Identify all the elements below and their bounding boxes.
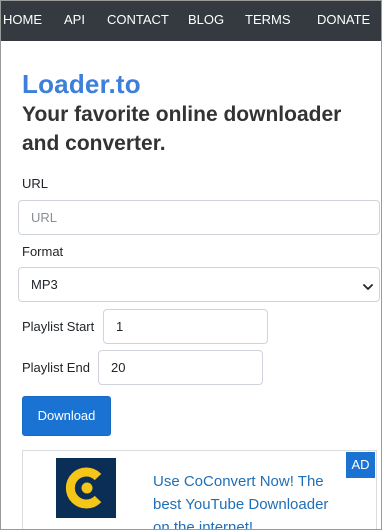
format-selected-value: MP3	[31, 277, 58, 292]
playlist-start-label: Playlist Start	[22, 319, 95, 334]
download-button[interactable]: Download	[22, 396, 111, 436]
coconvert-logo-icon[interactable]	[56, 458, 116, 518]
top-navigation: HOME API CONTACT BLOG TERMS DONATE	[1, 1, 381, 41]
nav-link-contact[interactable]: CONTACT	[107, 1, 169, 41]
nav-link-home[interactable]: HOME	[3, 1, 42, 41]
nav-link-blog[interactable]: BLOG	[188, 1, 224, 41]
ad-badge: AD	[346, 452, 375, 478]
page-tagline: Your favorite online downloader and conv…	[22, 103, 342, 155]
url-label: URL	[22, 176, 49, 191]
ad-headline-link[interactable]: Use CoConvert Now! The best YouTube Down…	[153, 470, 348, 529]
format-label: Format	[22, 244, 64, 259]
playlist-start-input[interactable]: 1	[103, 309, 268, 344]
chevron-down-icon	[363, 280, 373, 290]
playlist-end-input[interactable]: 20	[98, 350, 263, 385]
url-input[interactable]	[18, 200, 380, 235]
playlist-end-label: Playlist End	[22, 360, 90, 375]
format-select[interactable]: MP3	[18, 267, 380, 302]
nav-link-donate[interactable]: DONATE	[317, 1, 370, 41]
nav-link-api[interactable]: API	[64, 1, 85, 41]
nav-link-terms[interactable]: TERMS	[245, 1, 291, 41]
site-logo-title[interactable]: Loader.to	[22, 69, 141, 100]
browser-viewport: HOME API CONTACT BLOG TERMS DONATE Loade…	[0, 0, 382, 530]
